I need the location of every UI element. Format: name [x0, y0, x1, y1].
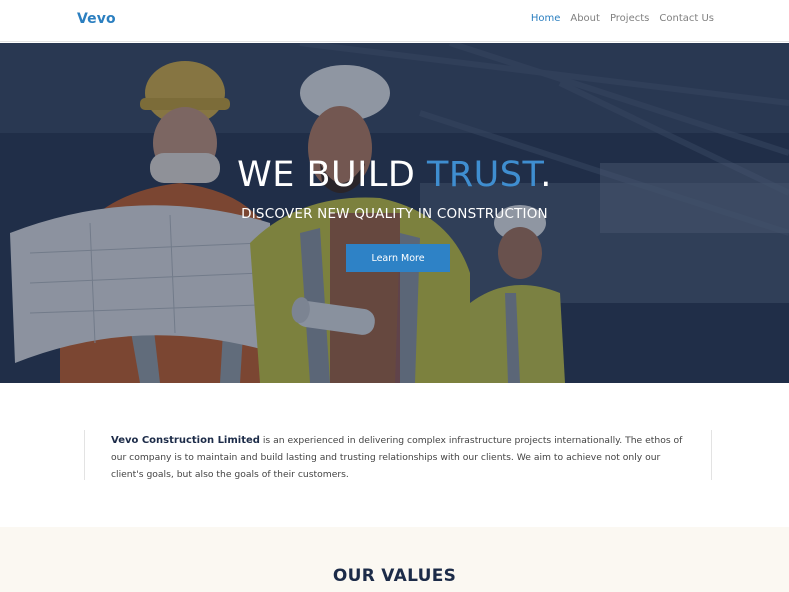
nav-links: Home About Projects Contact Us: [531, 13, 714, 24]
company-name: Vevo Construction Limited: [111, 435, 260, 446]
learn-more-button[interactable]: Learn More: [346, 244, 450, 272]
about-text: Vevo Construction Limited is an experien…: [111, 432, 695, 483]
hero-title-accent: TRUST: [426, 155, 541, 195]
nav-link-projects[interactable]: Projects: [610, 13, 649, 24]
hero-subtitle: DISCOVER NEW QUALITY IN CONSTRUCTION: [241, 206, 548, 222]
values-title: OUR VALUES: [332, 566, 457, 586]
values-section: OUR VALUES: [0, 527, 789, 592]
about-section: Vevo Construction Limited is an experien…: [84, 430, 712, 480]
hero-title-end: .: [540, 155, 552, 195]
nav-link-about[interactable]: About: [570, 13, 600, 24]
hero-content: WE BUILD TRUST. DISCOVER NEW QUALITY IN …: [0, 43, 789, 383]
brand-logo[interactable]: Vevo: [77, 11, 116, 27]
nav-link-contact[interactable]: Contact Us: [659, 13, 714, 24]
nav-link-home[interactable]: Home: [531, 13, 561, 24]
hero-title: WE BUILD TRUST.: [0, 155, 789, 195]
hero-title-main: WE BUILD: [237, 155, 427, 195]
hero-section: WE BUILD TRUST. DISCOVER NEW QUALITY IN …: [0, 43, 789, 383]
navbar: Vevo Home About Projects Contact Us: [0, 0, 789, 42]
